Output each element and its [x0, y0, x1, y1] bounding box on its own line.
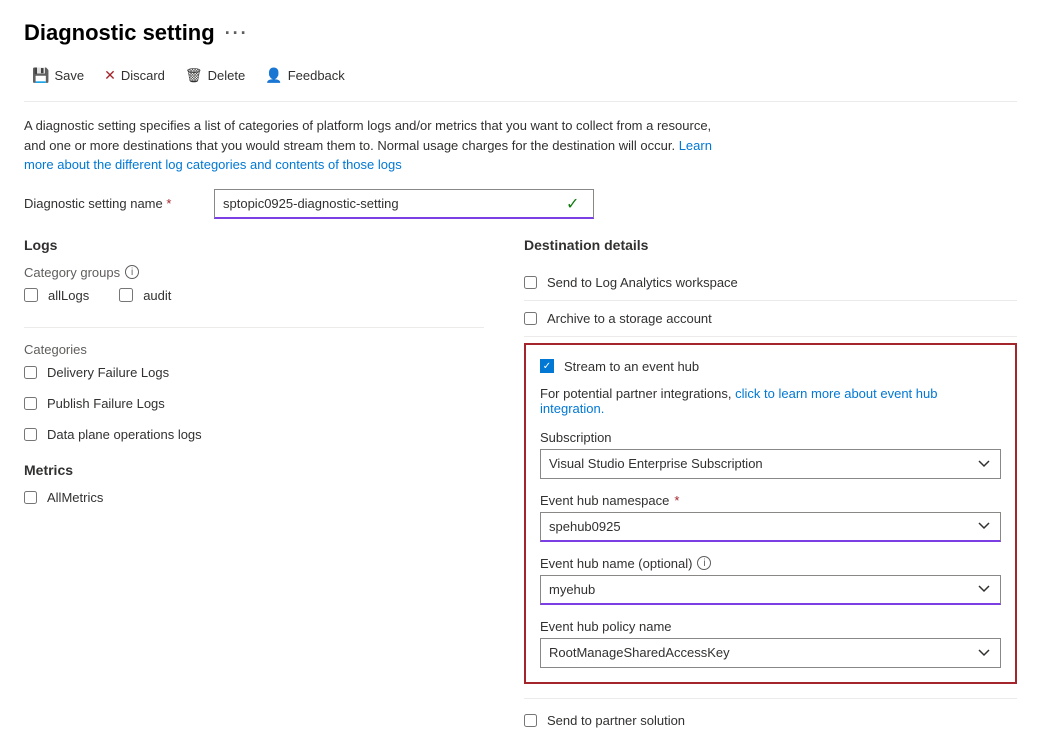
data-plane-ops-logs-label[interactable]: Data plane operations logs	[47, 427, 202, 442]
event-hub-checkbox[interactable]	[540, 359, 554, 373]
policy-label: Event hub policy name	[540, 619, 1001, 634]
audit-checkbox[interactable]	[119, 288, 133, 302]
allLogs-checkbox[interactable]	[24, 288, 38, 302]
allLogs-label[interactable]: allLogs	[48, 288, 89, 303]
diagnostic-name-row: Diagnostic setting name * ✓	[24, 189, 1017, 219]
namespace-label: Event hub namespace *	[540, 493, 1001, 508]
delivery-failure-logs-label[interactable]: Delivery Failure Logs	[47, 365, 169, 380]
eventhub-name-info-icon[interactable]: i	[697, 556, 711, 570]
namespace-dropdown[interactable]: spehub0925	[540, 512, 1001, 542]
subscription-dropdown[interactable]: Visual Studio Enterprise Subscription	[540, 449, 1001, 479]
ellipsis-menu[interactable]: ···	[225, 23, 249, 44]
category-groups-info-icon[interactable]: i	[125, 265, 139, 279]
left-panel: Logs Category groups i allLogs audit Ca	[24, 237, 484, 728]
log-analytics-label[interactable]: Send to Log Analytics workspace	[547, 275, 738, 290]
eventhub-name-label: Event hub name (optional) i	[540, 556, 1001, 571]
partner-solution-label[interactable]: Send to partner solution	[547, 713, 685, 728]
feedback-icon: 👤	[265, 67, 282, 84]
logs-section: Logs Category groups i allLogs audit Ca	[24, 237, 484, 442]
policy-dropdown[interactable]: RootManageSharedAccessKey	[540, 638, 1001, 668]
all-metrics-item: AllMetrics	[24, 490, 484, 505]
eventhub-name-dropdown[interactable]: myehub	[540, 575, 1001, 605]
log-analytics-checkbox[interactable]	[524, 276, 537, 289]
partner-solution-item: Send to partner solution	[524, 698, 1017, 728]
partner-text: For potential partner integrations, clic…	[540, 386, 1001, 416]
categories-label: Categories	[24, 342, 484, 357]
save-button[interactable]: 💾 Save	[24, 62, 92, 89]
delete-button[interactable]: 🗑 Delete	[177, 62, 253, 89]
subscription-field: Subscription Visual Studio Enterprise Su…	[540, 430, 1001, 479]
all-metrics-label[interactable]: AllMetrics	[47, 490, 103, 505]
save-icon: 💾	[32, 67, 49, 84]
diagnostic-name-input[interactable]	[214, 189, 594, 219]
toolbar: 💾 Save ✕ Discard 🗑 Delete 👤 Feedback	[24, 62, 1017, 102]
publish-failure-logs-item: Publish Failure Logs	[24, 396, 484, 411]
partner-solution-checkbox[interactable]	[524, 714, 537, 727]
delivery-failure-logs-item: Delivery Failure Logs	[24, 365, 484, 380]
discard-icon: ✕	[104, 67, 116, 84]
delivery-failure-logs-checkbox[interactable]	[24, 366, 37, 379]
event-hub-label: Stream to an event hub	[564, 359, 699, 374]
storage-account-label[interactable]: Archive to a storage account	[547, 311, 712, 326]
diagnostic-name-label: Diagnostic setting name *	[24, 196, 204, 211]
right-panel: Destination details Send to Log Analytic…	[524, 237, 1017, 728]
log-analytics-item: Send to Log Analytics workspace	[524, 265, 1017, 301]
metrics-section: Metrics AllMetrics	[24, 462, 484, 505]
data-plane-ops-logs-checkbox[interactable]	[24, 428, 37, 441]
policy-field: Event hub policy name RootManageSharedAc…	[540, 619, 1001, 668]
metrics-title: Metrics	[24, 462, 484, 478]
publish-failure-logs-checkbox[interactable]	[24, 397, 37, 410]
page-title: Diagnostic setting ···	[24, 20, 1017, 46]
event-hub-box: Stream to an event hub For potential par…	[524, 343, 1017, 684]
audit-label[interactable]: audit	[143, 288, 171, 303]
data-plane-ops-logs-item: Data plane operations logs	[24, 427, 484, 442]
audit-checkbox-group: audit	[119, 288, 171, 303]
feedback-button[interactable]: 👤 Feedback	[257, 62, 353, 89]
category-groups-label: Category groups i	[24, 265, 484, 280]
all-metrics-checkbox[interactable]	[24, 491, 37, 504]
subscription-label: Subscription	[540, 430, 1001, 445]
category-groups-row: allLogs audit	[24, 288, 484, 313]
logs-title: Logs	[24, 237, 484, 253]
main-layout: Logs Category groups i allLogs audit Ca	[24, 237, 1017, 728]
description: A diagnostic setting specifies a list of…	[24, 116, 724, 175]
storage-account-item: Archive to a storage account	[524, 301, 1017, 337]
publish-failure-logs-label[interactable]: Publish Failure Logs	[47, 396, 165, 411]
destination-title: Destination details	[524, 237, 1017, 253]
categories-section: Categories Delivery Failure Logs Publish…	[24, 342, 484, 442]
check-icon: ✓	[566, 194, 579, 214]
discard-button[interactable]: ✕ Discard	[96, 62, 173, 89]
namespace-field: Event hub namespace * spehub0925	[540, 493, 1001, 542]
storage-account-checkbox[interactable]	[524, 312, 537, 325]
eventhub-name-field: Event hub name (optional) i myehub	[540, 556, 1001, 605]
allLogs-checkbox-group: allLogs	[24, 288, 89, 303]
delete-icon: 🗑	[185, 67, 203, 84]
event-hub-header: Stream to an event hub	[540, 359, 1001, 374]
